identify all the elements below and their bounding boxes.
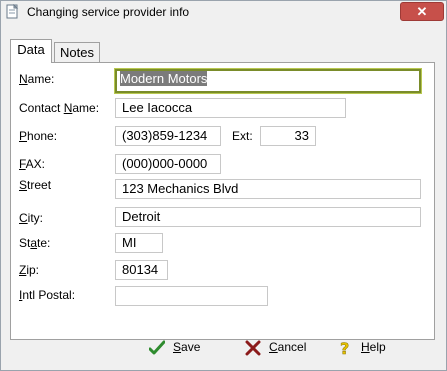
phone-value: (303)859-1234 <box>122 128 208 143</box>
zip-label: Zip: <box>19 263 40 277</box>
dialog-window: Changing service provider info ✕ Data No… <box>0 0 447 371</box>
state-label: State: <box>19 236 51 250</box>
fax-input[interactable]: (000)000-0000 <box>115 154 221 174</box>
name-input[interactable]: Modern Motors <box>114 68 422 94</box>
zip-value: 80134 <box>122 262 159 277</box>
contact-name-label: Contact Name: <box>19 101 100 115</box>
fax-label: FAX: <box>19 157 46 171</box>
contact-name-input[interactable]: Lee Iacocca <box>115 98 346 118</box>
window-title: Changing service provider info <box>27 5 190 19</box>
state-input[interactable]: MI <box>115 233 163 253</box>
state-value: MI <box>122 235 137 250</box>
ext-value: 33 <box>294 128 309 143</box>
phone-input[interactable]: (303)859-1234 <box>115 126 221 146</box>
intl-postal-label: Intl Postal: <box>19 288 76 302</box>
svg-text:?: ? <box>340 340 349 356</box>
city-value: Detroit <box>122 209 161 224</box>
data-tab-panel: Name: Modern Motors Contact Name: Lee Ia… <box>10 62 435 340</box>
intl-postal-input[interactable] <box>115 286 268 306</box>
street-value: 123 Mechanics Blvd <box>122 181 239 196</box>
street-input[interactable]: 123 Mechanics Blvd <box>115 179 421 199</box>
tab-data[interactable]: Data <box>10 39 52 63</box>
zip-input[interactable]: 80134 <box>115 260 168 280</box>
ext-label: Ext: <box>232 129 253 143</box>
dialog-client: Data Notes Name: Modern Motors Contact N… <box>1 23 446 370</box>
checkmark-icon <box>149 340 165 355</box>
tab-notes-label: Notes <box>60 45 94 60</box>
tab-data-label: Data <box>17 42 45 57</box>
tab-notes[interactable]: Notes <box>54 42 100 64</box>
help-button[interactable]: ? Help <box>337 335 386 359</box>
close-button[interactable]: ✕ <box>400 2 444 21</box>
close-icon: ✕ <box>416 4 428 19</box>
document-icon <box>6 4 19 19</box>
name-value: Modern Motors <box>120 71 208 86</box>
city-input[interactable]: Detroit <box>115 207 421 227</box>
street-label: Street <box>19 178 52 192</box>
question-mark-icon: ? <box>340 340 350 356</box>
cancel-button[interactable]: Cancel <box>245 335 306 359</box>
phone-label: Phone: <box>19 129 58 143</box>
ext-input[interactable]: 33 <box>260 126 316 146</box>
x-mark-icon <box>245 340 261 356</box>
title-bar[interactable]: Changing service provider info ✕ <box>1 1 446 23</box>
city-label: City: <box>19 211 44 225</box>
contact-name-value: Lee Iacocca <box>122 100 193 115</box>
save-button[interactable]: Save <box>149 335 200 359</box>
fax-value: (000)000-0000 <box>122 156 208 171</box>
name-label: Name: <box>19 72 55 86</box>
